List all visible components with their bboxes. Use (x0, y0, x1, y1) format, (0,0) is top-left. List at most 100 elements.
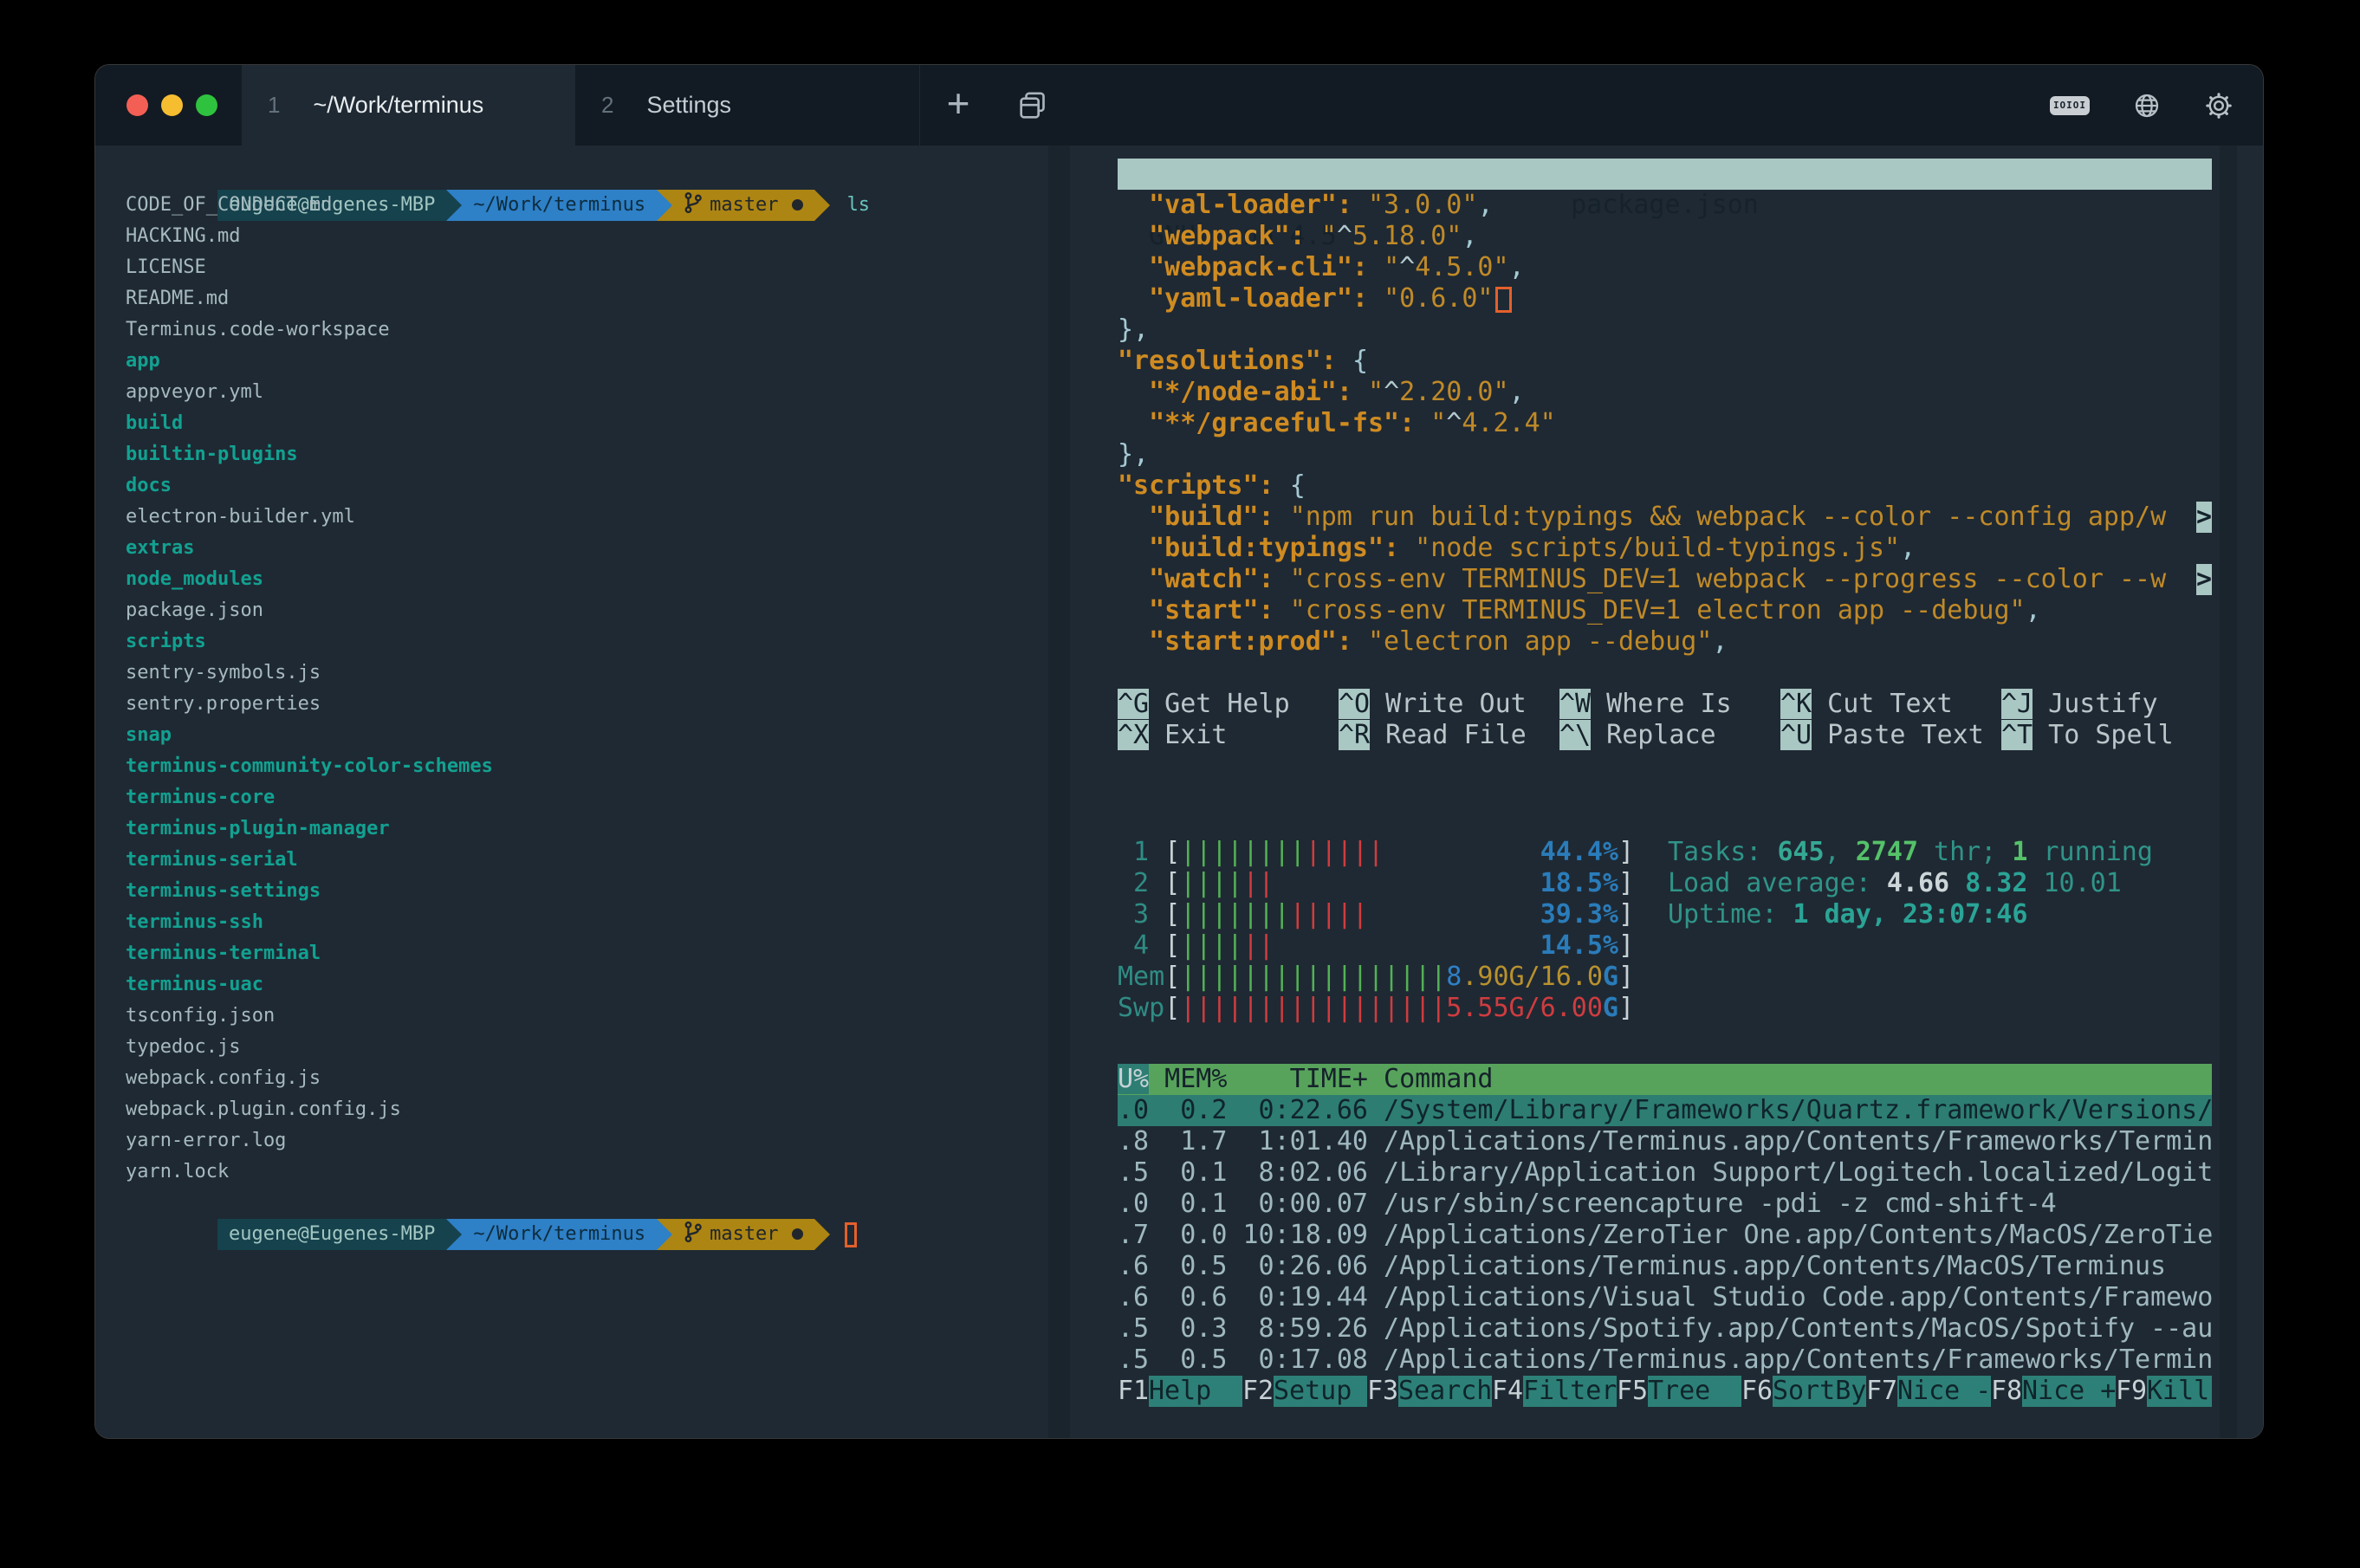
process-row[interactable]: .7 0.0 10:18.09 /Applications/ZeroTier O… (1118, 1220, 2212, 1251)
text-segment (1306, 221, 1321, 251)
shortcut-key: ^U (1780, 720, 1812, 750)
shortcut-label: Justify (2033, 689, 2158, 719)
shortcut-key: ^X (1118, 720, 1149, 750)
split-pane-icon[interactable] (1005, 65, 1060, 146)
shortcut-label: Read File (1370, 720, 1527, 750)
text-segment: 1 (1118, 837, 1164, 867)
shortcut-key: ^K (1780, 689, 1812, 719)
process-row[interactable]: .0 0.2 0:22.66 /System/Library/Framework… (1118, 1095, 2212, 1126)
fkey-button[interactable]: F3Search (1367, 1376, 1492, 1407)
tab-terminal[interactable]: 1 ~/Work/terminus (242, 65, 575, 146)
text-segment (1274, 564, 1290, 594)
text-segment (1118, 252, 1149, 282)
globe-icon[interactable] (2133, 92, 2161, 120)
zoom-window-button[interactable] (196, 94, 217, 116)
text-segment: G (1603, 993, 1618, 1023)
nano-shortcut: ^R Read File (1339, 720, 1559, 751)
terminal-pane-left[interactable]: eugene@Eugenes-MBP~/Work/terminusmasterl… (126, 159, 1044, 1219)
prompt-cwd: ~/Work/terminus (462, 190, 657, 221)
text-segment: Load average: (1668, 868, 1887, 898)
fkey-button[interactable]: F8Nice + (1991, 1376, 2116, 1407)
powerline-arrow-icon (446, 1219, 462, 1250)
process-row[interactable]: .6 0.5 0:26.06 /Applications/Terminus.ap… (1118, 1251, 2212, 1282)
git-branch-icon (684, 191, 703, 214)
gear-icon[interactable] (2204, 91, 2234, 120)
text-segment: Tasks: (1668, 837, 1777, 867)
htop-process-table[interactable]: U% MEM% TIME+ Command .0 0.2 0:22.66 /Sy… (1118, 1064, 2212, 1407)
text-segment: 1 (2012, 837, 2027, 867)
fkey-label: Nice + (2022, 1376, 2116, 1407)
directory-name: docs (126, 475, 172, 496)
process-row[interactable]: .0 0.1 0:00.07 /usr/sbin/screencapture -… (1118, 1189, 2212, 1220)
file-item: appveyor.yml (126, 377, 1044, 408)
file-item: terminus-community-color-schemes (126, 751, 1044, 782)
text-segment (1118, 221, 1149, 251)
terminal-pane-nano[interactable]: package.json GNU nano 4.5 "val-loader": … (1118, 159, 2212, 658)
shortcut-key: ^O (1339, 689, 1370, 719)
left-pane-scrollbar[interactable] (1048, 146, 1070, 1438)
file-name: sentry-symbols.js (126, 662, 321, 684)
text-segment: 4.66 (1887, 868, 1949, 898)
text-segment: { (1290, 470, 1306, 501)
directory-name: node_modules (126, 568, 263, 590)
sort-column-header[interactable]: U% (1118, 1064, 1149, 1094)
powerline-arrow-icon (814, 1219, 830, 1250)
fkey-label: Tree (1648, 1376, 1741, 1407)
tab-bar: 1 ~/Work/terminus 2 Settings + IOIOI (95, 65, 2263, 146)
process-row[interactable]: .5 0.5 0:17.08 /Applications/Terminus.ap… (1118, 1344, 2212, 1376)
tab-settings[interactable]: 2 Settings (575, 65, 920, 146)
process-row[interactable]: .6 0.6 0:19.44 /Applications/Visual Stud… (1118, 1282, 2212, 1313)
serial-port-icon[interactable]: IOIOI (2050, 96, 2090, 115)
fkey-button[interactable]: F4Filter (1492, 1376, 1617, 1407)
fkey-button[interactable]: F9Kill (2116, 1376, 2212, 1407)
process-table-header[interactable]: U% MEM% TIME+ Command (1118, 1064, 2212, 1095)
nano-line: "build:typings": "node scripts/build-typ… (1118, 533, 2212, 564)
fkey-number: F1 (1118, 1376, 1149, 1407)
text-segment (1274, 502, 1290, 532)
fkey-button[interactable]: F2Setup (1242, 1376, 1367, 1407)
shortcut-label: To Spell (2033, 720, 2174, 750)
new-tab-button[interactable]: + (932, 65, 984, 146)
text-segment (1118, 533, 1149, 563)
close-window-button[interactable] (126, 94, 148, 116)
text-segment: |||| (1180, 868, 1242, 898)
text-segment: "cross-env TERMINUS_DEV=1 electron app -… (1290, 595, 2026, 625)
fkey-button[interactable]: F1Help (1118, 1376, 1242, 1407)
process-row[interactable]: .8 1.7 1:01.40 /Applications/Terminus.ap… (1118, 1126, 2212, 1157)
fkey-button[interactable]: F6SortBy (1741, 1376, 1866, 1407)
branch-name: master (710, 194, 778, 216)
text-segment: 5.18.0" (1352, 221, 1462, 251)
tab-number: 1 (268, 92, 280, 119)
fkey-button[interactable]: F7Nice - (1866, 1376, 1991, 1407)
file-item: webpack.config.js (126, 1063, 1044, 1094)
shortcut-label: Paste Text (1812, 720, 1984, 750)
text-segment: ] (1618, 962, 1634, 992)
nano-line: "build": "npm run build:typings && webpa… (1118, 502, 2212, 533)
shortcut-label: Write Out (1370, 689, 1527, 719)
process-row[interactable]: .5 0.3 8:59.26 /Applications/Spotify.app… (1118, 1313, 2212, 1344)
text-segment: , (1712, 626, 1728, 657)
file-name: webpack.plugin.config.js (126, 1098, 401, 1120)
text-segment (1118, 408, 1149, 438)
right-pane-scrollbar[interactable] (2220, 146, 2237, 1438)
shortcut-key: ^G (1118, 689, 1149, 719)
text-segment: 14.5% (1540, 930, 1618, 961)
process-row[interactable]: .5 0.1 8:02.06 /Library/Application Supp… (1118, 1157, 2212, 1189)
fkey-button[interactable]: F5Tree (1617, 1376, 1741, 1407)
git-branch-icon (684, 1221, 703, 1243)
text-segment: |||||||| (1180, 837, 1306, 867)
text-segment: ^ (1384, 377, 1399, 407)
text-segment: [ (1164, 993, 1180, 1023)
file-item: typedoc.js (126, 1032, 1044, 1063)
nano-shortcut: ^J Justify (2001, 689, 2222, 720)
minimize-window-button[interactable] (161, 94, 183, 116)
nano-line: "start": "cross-env TERMINUS_DEV=1 elect… (1118, 595, 2212, 626)
file-name: webpack.config.js (126, 1067, 321, 1089)
directory-name: terminus-serial (126, 849, 298, 871)
file-item: terminus-serial (126, 845, 1044, 876)
text-segment (1384, 837, 1540, 867)
text-segment (1118, 626, 1149, 657)
nano-shortcut: ^U Paste Text (1780, 720, 2001, 751)
file-item: terminus-uac (126, 969, 1044, 1001)
file-item: node_modules (126, 564, 1044, 595)
